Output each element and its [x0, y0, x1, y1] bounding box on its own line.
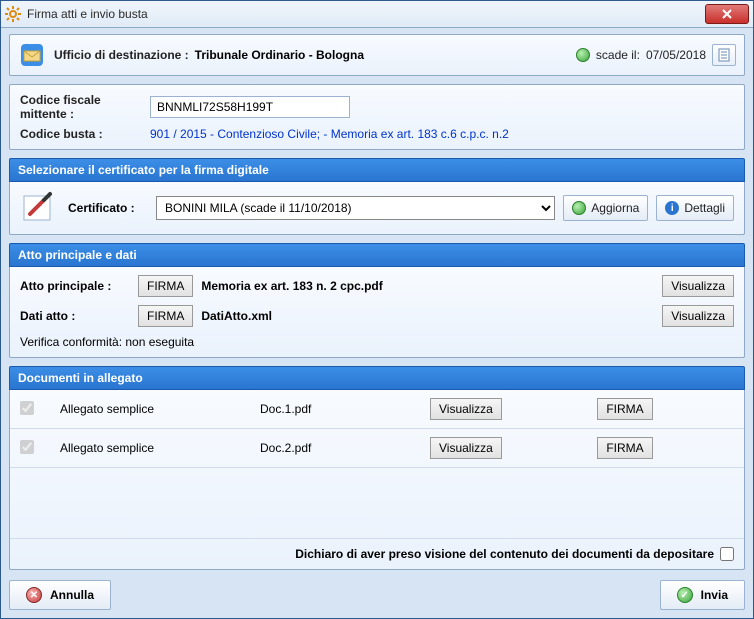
verifica-text: Verifica conformità: non eseguita: [20, 335, 734, 349]
envelope-icon: [18, 41, 46, 69]
destination-value: Tribunale Ordinario - Bologna: [195, 48, 364, 62]
doc-visualizza-button[interactable]: Visualizza: [430, 398, 502, 420]
doc-file: Doc.1.pdf: [260, 402, 430, 416]
visualizza-dati-button[interactable]: Visualizza: [662, 305, 734, 327]
atto-principale-file: Memoria ex art. 183 n. 2 cpc.pdf: [201, 279, 654, 293]
doc-checkbox: [20, 401, 34, 415]
destination-label: Ufficio di destinazione :: [54, 48, 189, 62]
doc-row: Allegato semplice Doc.1.pdf Visualizza F…: [10, 390, 744, 429]
window-title: Firma atti e invio busta: [27, 7, 705, 21]
cancel-label: Annulla: [50, 588, 94, 602]
doc-visualizza-button[interactable]: Visualizza: [430, 437, 502, 459]
info-icon: i: [665, 201, 679, 215]
cancel-icon: ✕: [26, 587, 42, 603]
atto-section: Atto principale e dati Atto principale :…: [9, 243, 745, 358]
close-button[interactable]: [705, 4, 749, 24]
cert-header: Selezionare il certificato per la firma …: [9, 158, 745, 182]
dati-atto-file: DatiAtto.xml: [201, 309, 654, 323]
doc-type: Allegato semplice: [60, 441, 260, 455]
doc-firma-button[interactable]: FIRMA: [597, 398, 652, 420]
atto-principale-label: Atto principale :: [20, 279, 130, 293]
docs-section: Documenti in allegato Allegato semplice …: [9, 366, 745, 570]
expiry-label: scade il:: [596, 48, 640, 62]
sender-panel: Codice fiscale mittente : Codice busta :…: [9, 84, 745, 150]
declare-checkbox[interactable]: [720, 547, 734, 561]
refresh-button[interactable]: Aggiorna: [563, 195, 648, 221]
doc-file: Doc.2.pdf: [260, 441, 430, 455]
cb-value: 901 / 2015 - Contenzioso Civile; - Memor…: [150, 127, 509, 141]
send-button[interactable]: ✓ Invia: [660, 580, 745, 610]
doc-type: Allegato semplice: [60, 402, 260, 416]
expiry-value: 07/05/2018: [646, 48, 706, 62]
content: Ufficio di destinazione : Tribunale Ordi…: [1, 28, 753, 570]
cert-label: Certificato :: [68, 201, 148, 215]
firma-dati-button[interactable]: FIRMA: [138, 305, 193, 327]
declare-bar: Dichiaro di aver preso visione del conte…: [10, 538, 744, 569]
document-icon: [717, 48, 731, 62]
cf-label: Codice fiscale mittente :: [20, 93, 150, 121]
cf-input[interactable]: [150, 96, 350, 118]
refresh-label: Aggiorna: [591, 201, 639, 215]
firma-atto-button[interactable]: FIRMA: [138, 275, 193, 297]
cert-section: Selezionare il certificato per la firma …: [9, 158, 745, 235]
document-button[interactable]: [712, 44, 736, 66]
visualizza-atto-button[interactable]: Visualizza: [662, 275, 734, 297]
status-ok-icon: [576, 48, 590, 62]
dati-atto-label: Dati atto :: [20, 309, 130, 323]
send-icon: ✓: [677, 587, 693, 603]
destination-bar: Ufficio di destinazione : Tribunale Ordi…: [9, 34, 745, 76]
details-button[interactable]: i Dettagli: [656, 195, 734, 221]
docs-header: Documenti in allegato: [9, 366, 745, 390]
close-icon: [721, 9, 733, 19]
cancel-button[interactable]: ✕ Annulla: [9, 580, 111, 610]
doc-checkbox: [20, 440, 34, 454]
signature-icon: [20, 190, 60, 226]
send-label: Invia: [701, 588, 728, 602]
cert-select[interactable]: BONINI MILA (scade il 11/10/2018): [156, 196, 555, 220]
doc-firma-button[interactable]: FIRMA: [597, 437, 652, 459]
atto-header: Atto principale e dati: [9, 243, 745, 267]
refresh-icon: [572, 201, 586, 215]
details-label: Dettagli: [684, 201, 725, 215]
titlebar: Firma atti e invio busta: [1, 1, 753, 28]
gear-icon: [5, 6, 21, 22]
cb-label: Codice busta :: [20, 127, 150, 141]
footer: ✕ Annulla ✓ Invia: [9, 580, 745, 610]
window: Firma atti e invio busta Ufficio di dest…: [0, 0, 754, 619]
declare-text: Dichiaro di aver preso visione del conte…: [295, 547, 714, 561]
doc-row: Allegato semplice Doc.2.pdf Visualizza F…: [10, 429, 744, 468]
